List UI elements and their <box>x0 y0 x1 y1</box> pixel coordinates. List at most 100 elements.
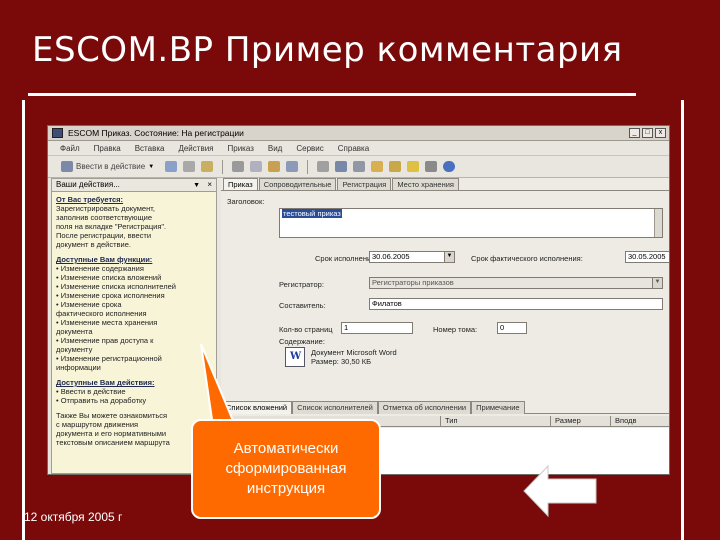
column-size[interactable]: Размер <box>551 416 611 426</box>
minimize-button[interactable]: _ <box>629 128 640 138</box>
function-item[interactable]: Изменение списка вложений <box>56 273 212 282</box>
callout-text: Автоматически сформированная инструкция <box>193 439 379 499</box>
chevron-down-icon[interactable]: ▼ <box>444 252 454 262</box>
footer-line[interactable]: текстовым описанием маршрута <box>56 438 212 447</box>
instruction-line: поля на вкладке "Регистрация". <box>56 222 167 231</box>
column-type[interactable]: Тип <box>441 416 551 426</box>
send-icon[interactable] <box>317 161 330 172</box>
route-icon[interactable] <box>335 161 348 172</box>
paste-icon[interactable] <box>268 161 281 172</box>
actual-date-label: Срок фактического исполнения: <box>471 254 583 263</box>
pages-label: Кол-во страниц <box>279 325 333 334</box>
close-button[interactable]: x <box>655 128 666 138</box>
word-document-icon[interactable] <box>285 347 305 367</box>
menu-bar: Файл Правка Вставка Действия Приказ Вид … <box>48 141 669 156</box>
tab-notes[interactable]: Примечание <box>471 401 525 414</box>
menu-help[interactable]: Справка <box>338 144 369 153</box>
registrar-label: Регистратор: <box>279 280 324 289</box>
column-extra[interactable]: Вподв <box>611 416 669 426</box>
menu-view[interactable]: Вид <box>268 144 282 153</box>
tab-accompanying[interactable]: Сопроводительные <box>258 178 337 190</box>
function-item-cont: документа <box>56 327 93 336</box>
action-item[interactable]: Ввести в действие <box>56 387 212 396</box>
settings-icon[interactable] <box>425 161 438 172</box>
toolbar-separator <box>222 159 224 174</box>
actions-panel-title: Ваши действия... <box>56 180 120 189</box>
menu-edit[interactable]: Правка <box>94 144 121 153</box>
function-item[interactable]: Изменение срока исполнения <box>56 291 212 300</box>
tab-order[interactable]: Приказ <box>223 178 258 190</box>
slide-title-area: ESCOM.BP Пример комментария <box>0 0 720 100</box>
menu-service[interactable]: Сервис <box>296 144 323 153</box>
toolbar-separator <box>307 159 309 174</box>
title-textarea[interactable]: тестовый приказ <box>279 208 663 238</box>
copy-icon[interactable] <box>250 161 263 172</box>
section-title: Доступные Вам функции: <box>56 255 153 264</box>
actions-panel-header: Ваши действия... ▼ × <box>52 179 216 192</box>
function-item[interactable]: Изменение места хранения <box>56 318 212 327</box>
window-titlebar: ESCOM Приказ. Состояние: На регистрации … <box>48 126 669 141</box>
cut-icon[interactable] <box>232 161 245 172</box>
chevron-down-icon[interactable]: ▼ <box>193 180 200 192</box>
function-item[interactable]: Изменение срока <box>56 300 212 309</box>
print-icon[interactable] <box>183 161 196 172</box>
back-arrow-button[interactable] <box>520 462 602 520</box>
function-item[interactable]: Изменение списка исполнителей <box>56 282 212 291</box>
action-item[interactable]: Отправить на доработку <box>56 396 212 405</box>
menu-file[interactable]: Файл <box>60 144 80 153</box>
callout-line: Автоматически <box>233 440 339 457</box>
attached-doc-size: Размер: 30,50 КБ <box>311 357 372 366</box>
pages-field[interactable]: 1 <box>341 322 413 334</box>
section-title: От Вас требуется: <box>56 195 124 204</box>
find-icon[interactable] <box>201 161 214 172</box>
undo-icon[interactable] <box>286 161 299 172</box>
pages-value: 1 <box>344 323 349 332</box>
slide-title: ESCOM.BP Пример комментария <box>32 30 623 70</box>
tab-execution-mark[interactable]: Отметка об исполнении <box>377 401 472 414</box>
attached-doc-name[interactable]: Документ Microsoft Word <box>311 348 397 357</box>
title-value: тестовый приказ <box>282 209 342 218</box>
save-icon[interactable] <box>165 161 178 172</box>
instruction-line: заполнив соответствующие <box>56 213 152 222</box>
tab-registration[interactable]: Регистрация <box>337 178 392 190</box>
attach-icon[interactable] <box>353 161 366 172</box>
tab-executors[interactable]: Список исполнителей <box>292 401 378 414</box>
registrar-field[interactable]: Регистраторы приказов ▼ <box>369 277 663 289</box>
callout-line: сформированная <box>225 460 347 477</box>
title-label: Заголовок: <box>227 197 265 206</box>
due-date-field[interactable]: 30.06.2005 ▼ <box>369 251 455 263</box>
author-field[interactable]: Филатов <box>369 298 663 310</box>
close-icon[interactable]: × <box>207 179 212 191</box>
lock-icon[interactable] <box>389 161 402 172</box>
attachments-tabs: Список вложений Список исполнителей Отме… <box>221 401 669 414</box>
content-label: Содержание: <box>279 337 325 346</box>
author-value: Филатов <box>372 299 402 308</box>
chevron-down-icon: ▼ <box>148 163 155 170</box>
callout-line: инструкция <box>246 480 326 497</box>
function-item[interactable]: Изменение содержания <box>56 264 212 273</box>
function-item-cont: фактического исполнения <box>56 309 147 318</box>
window-controls: _ □ x <box>629 128 666 138</box>
instruction-line: Зарегистрировать документ, <box>56 204 155 213</box>
volume-field[interactable]: 0 <box>497 322 527 334</box>
footer-line[interactable]: с маршрутом движения <box>56 420 212 429</box>
tab-storage[interactable]: Место хранения <box>392 178 459 190</box>
actual-date-field[interactable]: 30.05.2005 ▼ <box>625 251 669 263</box>
menu-insert[interactable]: Вставка <box>135 144 165 153</box>
textarea-scrollbar[interactable] <box>654 209 662 237</box>
folder-icon[interactable] <box>371 161 384 172</box>
action-dropdown[interactable]: Ввести в действие ▼ <box>56 159 159 175</box>
maximize-button[interactable]: □ <box>642 128 653 138</box>
due-date-label: Срок исполнения: <box>315 254 378 263</box>
volume-label: Номер тома: <box>433 325 478 334</box>
function-item-cont: документу <box>56 345 93 354</box>
star-icon[interactable] <box>407 161 420 172</box>
function-item[interactable]: Изменение регистрационной <box>56 354 212 363</box>
function-item[interactable]: Изменение прав доступа к <box>56 336 212 345</box>
title-underline <box>28 93 636 96</box>
chevron-down-icon[interactable]: ▼ <box>652 278 662 288</box>
menu-order[interactable]: Приказ <box>228 144 254 153</box>
toolbar: Ввести в действие ▼ <box>48 156 669 178</box>
menu-actions[interactable]: Действия <box>178 144 213 153</box>
help-icon[interactable] <box>443 161 456 172</box>
